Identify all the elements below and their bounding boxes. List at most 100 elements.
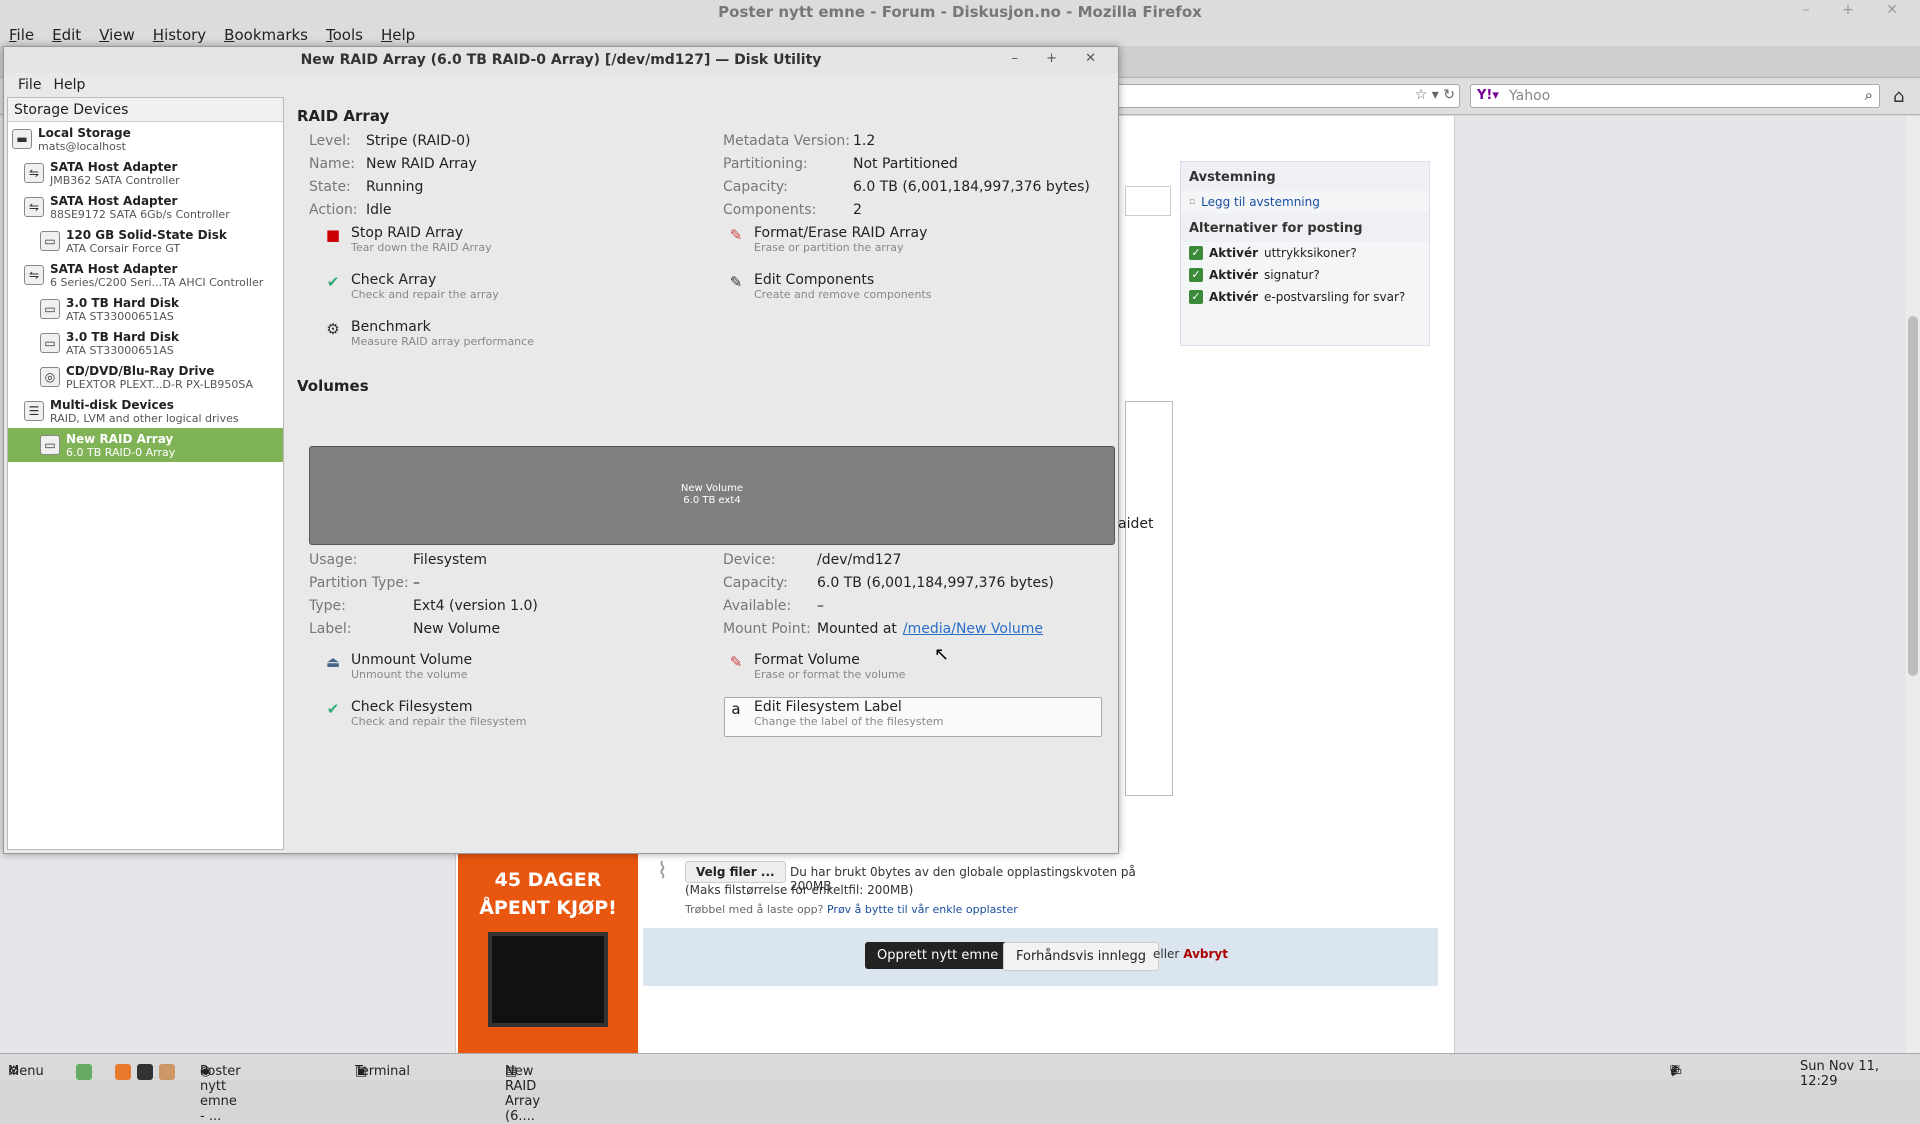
checkbox-icon[interactable]: ✓ xyxy=(1189,290,1203,304)
property-value: New Volume xyxy=(413,621,501,637)
device-name: SATA Host Adapter xyxy=(50,261,178,276)
action-edit-filesystem-label[interactable]: a Edit Filesystem Label Change the label o… xyxy=(726,699,943,728)
device-text: 3.0 TB Hard Disk ATA ST33000651AS xyxy=(66,296,179,323)
taskbar-window-label: Terminal xyxy=(355,1064,410,1079)
page-scrollbar[interactable] xyxy=(1906,116,1920,1053)
adapter-icon: ⇋ xyxy=(24,163,44,183)
action-label: Edit Filesystem Label xyxy=(754,699,902,715)
device-row[interactable]: ☰ Multi-disk Devices RAID, LVM and other l… xyxy=(8,394,283,428)
menu-edit[interactable]: Edit xyxy=(43,24,90,46)
firefox-window-controls[interactable]: – + ✕ xyxy=(1803,2,1912,18)
property-value: Mounted at xyxy=(817,621,897,637)
create-topic-button[interactable]: Opprett nytt emne xyxy=(865,942,1011,969)
property-key: Action: xyxy=(309,202,358,218)
action-label: Stop RAID Array xyxy=(351,225,464,241)
device-tree: ▬ Local Storage mats@localhost ⇋ SATA Host A… xyxy=(8,122,283,462)
bookmark-star-icon[interactable]: ☆ xyxy=(1415,87,1428,103)
device-row[interactable]: ▭ 120 GB Solid-State Disk ATA Corsair Forc… xyxy=(8,224,283,258)
action-format-erase-raid-array[interactable]: ✎ Format/Erase RAID Array Erase or partiti… xyxy=(726,225,928,254)
device-row[interactable]: ⇋ SATA Host Adapter 88SE9172 SATA 6Gb/s Co… xyxy=(8,190,283,224)
action-check-array[interactable]: ✔ Check Array Check and repair the array xyxy=(323,272,499,301)
shield-icon[interactable]: ⛨ xyxy=(1670,1064,1686,1079)
property-value: Stripe (RAID-0) xyxy=(366,133,471,149)
or-text: eller xyxy=(1153,947,1180,961)
checkbox-icon[interactable]: ✓ xyxy=(1189,246,1203,260)
mouse-cursor-icon: ↖ xyxy=(934,644,950,665)
disk-utility-window-controls[interactable]: – + ✕ xyxy=(1011,51,1108,66)
action-stop-raid-array[interactable]: ■ Stop RAID Array Tear down the RAID Array xyxy=(323,225,492,254)
mount-point-link[interactable]: /media/New Volume xyxy=(903,621,1043,637)
property-row: Capacity: 6.0 TB (6,001,184,997,376 bytes… xyxy=(723,179,1090,195)
disk-utility-title: New RAID Array (6.0 TB RAID-0 Array) [/d… xyxy=(4,47,1118,73)
reload-icon[interactable]: ↻ xyxy=(1443,87,1455,103)
device-text: 120 GB Solid-State Disk ATA Corsair Force… xyxy=(66,228,227,255)
disk-utility-menubar: File Help xyxy=(4,73,1118,95)
menu-tools[interactable]: Tools xyxy=(317,24,372,46)
device-subtitle: PLEXTOR PLEXT...D-R PX-LB950SA xyxy=(66,377,254,391)
device-subtitle: 6.0 TB RAID-0 Array xyxy=(66,445,176,459)
action-format-volume[interactable]: ✎ Format Volume Erase or format the volume xyxy=(726,652,906,681)
adapter-icon: ⇋ xyxy=(24,265,44,285)
device-text: SATA Host Adapter JMB362 SATA Controller xyxy=(50,160,180,187)
device-row[interactable]: ▭ 3.0 TB Hard Disk ATA ST33000651AS xyxy=(8,292,283,326)
device-row[interactable]: ▭ New RAID Array 6.0 TB RAID-0 Array xyxy=(8,428,283,462)
url-bar[interactable]: ☆ ▾ ↻ xyxy=(1100,84,1460,108)
menu-file[interactable]: File xyxy=(0,24,43,46)
menu-bookmarks[interactable]: Bookmarks xyxy=(215,24,317,46)
device-row[interactable]: ⇋ SATA Host Adapter JMB362 SATA Controller xyxy=(8,156,283,190)
action-label: Edit Components xyxy=(754,272,875,288)
adapter-icon: ⇋ xyxy=(24,197,44,217)
property-value: Ext4 (version 1.0) xyxy=(413,598,538,614)
action-text: Benchmark Measure RAID array performance xyxy=(351,319,534,348)
action-description: Unmount the volume xyxy=(351,668,468,681)
disk-icon: ▭ xyxy=(40,333,60,353)
menu-label: Menu xyxy=(8,1064,44,1079)
simple-uploader-link[interactable]: Prøv å bytte til vår enkle opplaster xyxy=(827,903,1018,916)
device-name: Local Storage xyxy=(38,125,131,140)
device-row[interactable]: ◎ CD/DVD/Blu-Ray Drive PLEXTOR PLEXT...D-R… xyxy=(8,360,283,394)
property-value: 2 xyxy=(853,202,862,218)
device-row[interactable]: ⇋ SATA Host Adapter 6 Series/C200 Seri...T… xyxy=(8,258,283,292)
option-label-bold: Aktivér xyxy=(1209,268,1258,282)
preview-button[interactable]: Forhåndsvis innlegg xyxy=(1003,942,1159,971)
action-text: Edit Components Create and remove compone… xyxy=(754,272,931,301)
menu-history[interactable]: History xyxy=(144,24,215,46)
yahoo-engine-icon[interactable]: Y!▾ xyxy=(1477,88,1499,103)
du-menu-file[interactable]: File xyxy=(12,73,47,97)
property-key: Partitioning: xyxy=(723,156,808,172)
add-poll-link[interactable]: Legg til avstemning xyxy=(1201,195,1320,209)
action-unmount-volume[interactable]: ⏏ Unmount Volume Unmount the volume xyxy=(323,652,472,681)
device-name: SATA Host Adapter xyxy=(50,193,178,208)
dropdown-icon[interactable]: ▾ xyxy=(1432,87,1439,103)
choose-files-button[interactable]: Velg filer ... xyxy=(685,861,786,883)
editor-fragment xyxy=(1125,186,1171,216)
action-description: Create and remove components xyxy=(754,288,932,301)
eject-icon: ⏏ xyxy=(325,653,341,671)
device-row[interactable]: ▭ 3.0 TB Hard Disk ATA ST33000651AS xyxy=(8,326,283,360)
ad-banner[interactable]: 45 DAGER ÅPENT KJØP! xyxy=(458,854,638,1054)
checkbox-icon[interactable]: ✓ xyxy=(1189,268,1203,282)
search-box[interactable]: Y!▾ Yahoo ⌕ xyxy=(1470,84,1880,108)
search-icon[interactable]: ⌕ xyxy=(1865,86,1873,104)
device-subtitle: JMB362 SATA Controller xyxy=(50,173,180,187)
property-value: New RAID Array xyxy=(366,156,477,172)
editor-textarea[interactable] xyxy=(1125,401,1173,796)
cancel-link[interactable]: Avbryt xyxy=(1183,947,1228,961)
menu-help[interactable]: Help xyxy=(372,24,424,46)
volume-bar[interactable]: New Volume 6.0 TB ext4 xyxy=(309,446,1115,545)
property-row: Capacity: 6.0 TB (6,001,184,997,376 bytes… xyxy=(723,575,1054,591)
action-label: Check Array xyxy=(351,272,437,288)
device-row[interactable]: ▬ Local Storage mats@localhost xyxy=(8,122,283,156)
action-check-filesystem[interactable]: ✔ Check Filesystem Check and repair the fi… xyxy=(323,699,527,728)
action-edit-components[interactable]: ✎ Edit Components Create and remove compon… xyxy=(726,272,932,301)
clock: Sun Nov 11, 12:29 xyxy=(1800,1059,1880,1089)
home-icon[interactable]: ⌂ xyxy=(1893,86,1904,107)
device-name: 3.0 TB Hard Disk xyxy=(66,329,179,344)
action-text: Stop RAID Array Tear down the RAID Array xyxy=(351,225,492,254)
du-menu-help[interactable]: Help xyxy=(47,73,91,97)
scrollbar-thumb[interactable] xyxy=(1908,316,1918,676)
property-key: Available: xyxy=(723,598,792,614)
action-benchmark[interactable]: ⚙ Benchmark Measure RAID array performance xyxy=(323,319,534,348)
property-row: Available: – xyxy=(723,598,824,614)
menu-view[interactable]: View xyxy=(90,24,144,46)
